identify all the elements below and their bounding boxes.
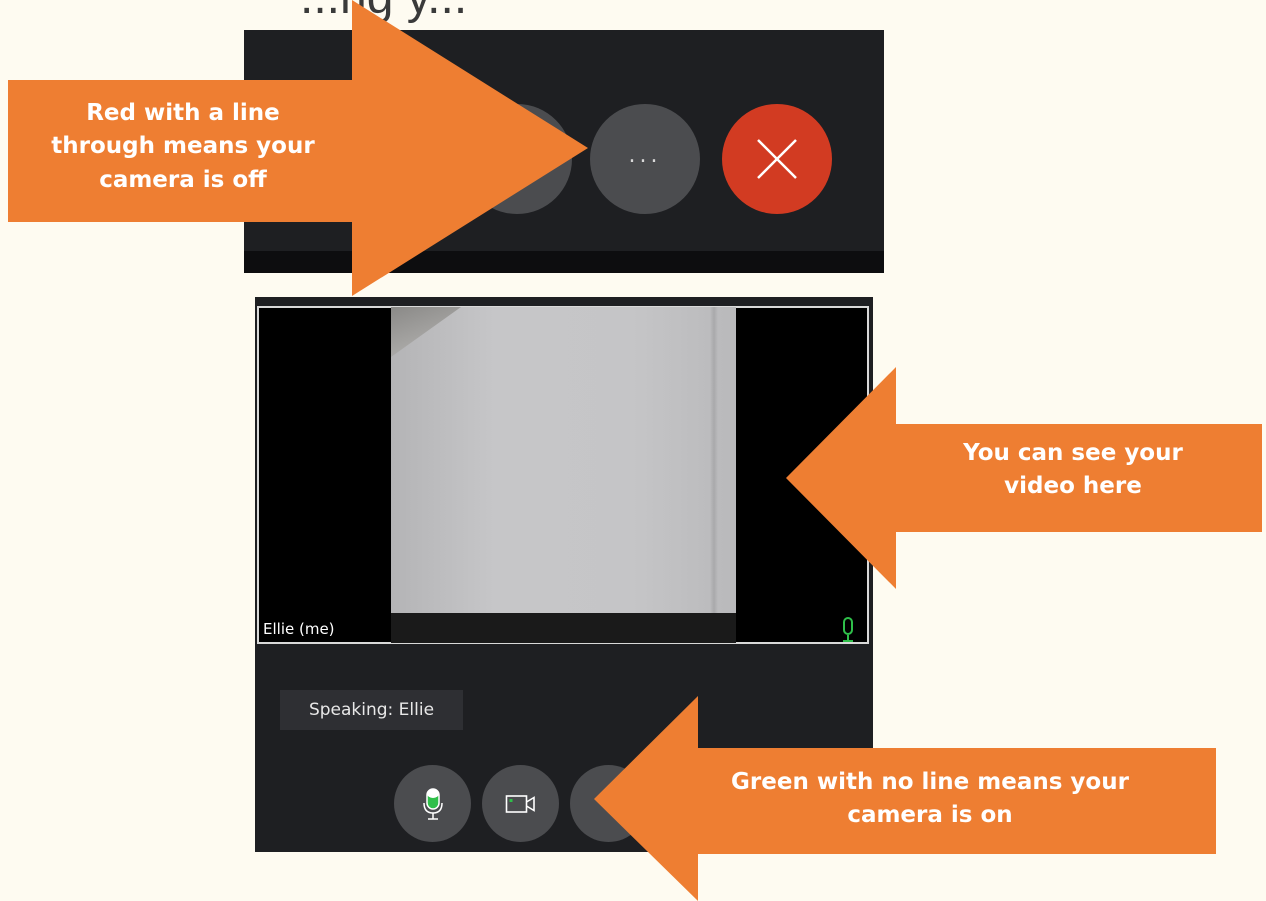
participant-name-label: Ellie (me) (263, 620, 335, 638)
callout-camera-on-text: Green with no line means your camera is … (650, 766, 1210, 833)
callout-video-line-2: video here (1004, 473, 1142, 500)
more-options-button[interactable]: ... (590, 104, 700, 214)
self-video-feed (391, 307, 736, 613)
mic-active-icon (843, 617, 853, 642)
speaking-indicator: Speaking: Ellie (280, 690, 463, 730)
callout-camera-off-line-2: through means your (51, 133, 315, 160)
callout-camera-on-line-1: Green with no line means your (731, 769, 1129, 795)
camera-on-button[interactable] (482, 765, 559, 842)
more-icon: ... (628, 142, 662, 168)
microphone-icon (422, 787, 443, 820)
callout-video-text: You can see your video here (896, 437, 1250, 504)
camera-on-icon (505, 794, 535, 813)
callout-camera-off-text: Red with a line through means your camer… (20, 97, 346, 197)
close-icon (757, 139, 797, 179)
wall-shadow (391, 307, 461, 357)
video-caption-bar (391, 613, 736, 643)
callout-camera-on-line-2: camera is on (847, 802, 1013, 829)
end-call-button[interactable] (722, 104, 832, 214)
callout-camera-off-line-1: Red with a line (86, 100, 280, 126)
callout-video-line-1: You can see your (963, 440, 1183, 466)
callout-camera-off-line-3: camera is off (99, 166, 267, 193)
toolbar-bottom-strip (244, 251, 884, 273)
microphone-button[interactable] (394, 765, 471, 842)
wall-edge (710, 307, 718, 613)
